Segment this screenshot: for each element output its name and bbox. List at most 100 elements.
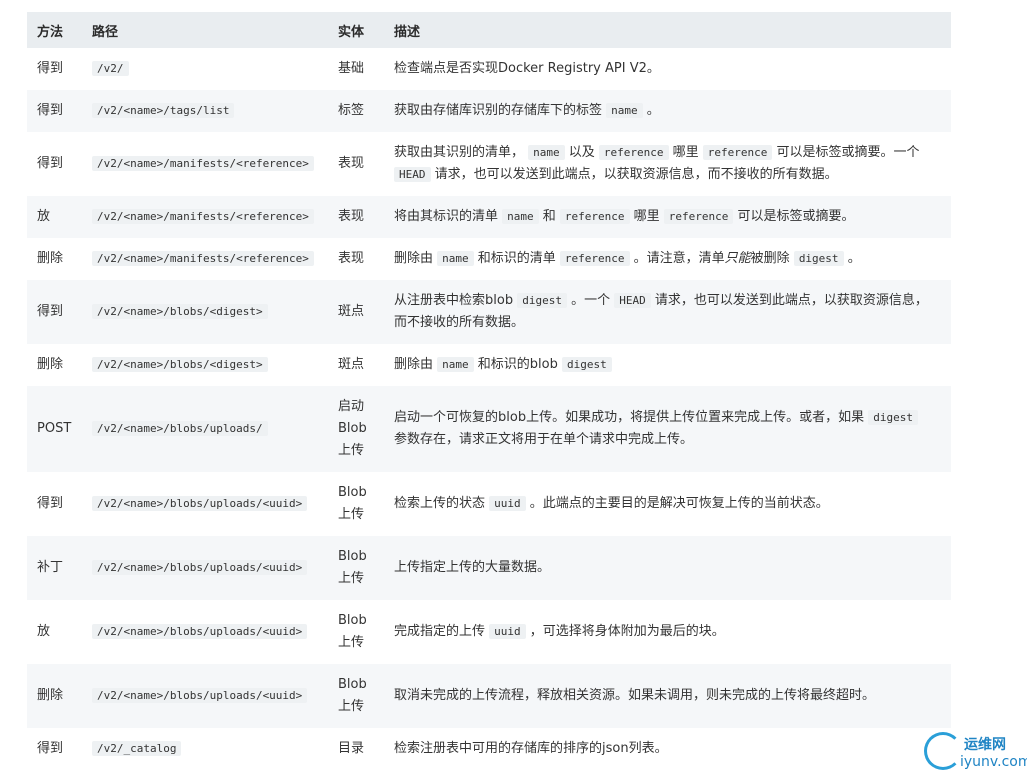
entity-cell: Blob 上传	[328, 664, 384, 728]
path-code: /v2/_catalog	[92, 741, 182, 756]
inline-code: reference	[559, 209, 630, 224]
path-cell: /v2/<name>/blobs/uploads/<uuid>	[82, 472, 328, 536]
method-cell: 得到	[27, 728, 82, 770]
path-cell: /v2/<name>/tags/list	[82, 90, 328, 132]
description-cell: 检索上传的状态 uuid 。此端点的主要目的是解决可恢复上传的当前状态。	[384, 472, 951, 536]
watermark-line1: 运维网	[964, 737, 1006, 753]
inline-code: digest	[868, 410, 918, 425]
path-cell: /v2/	[82, 48, 328, 90]
entity-cell: 基础	[328, 48, 384, 90]
entity-line: Blob	[338, 485, 367, 500]
path-code: /v2/<name>/blobs/uploads/<uuid>	[92, 560, 308, 575]
entity-line: 上传	[338, 635, 365, 650]
description-cell: 启动一个可恢复的blob上传。如果成功，将提供上传位置来完成上传。或者，如果 d…	[384, 386, 951, 472]
method-cell: 删除	[27, 344, 82, 386]
description-text: 启动一个可恢复的blob上传。如果成功，将提供上传位置来完成上传。或者，如果	[394, 410, 869, 425]
path-cell: /v2/<name>/blobs/<digest>	[82, 344, 328, 386]
entity-cell: 目录	[328, 728, 384, 770]
method-cell: 得到	[27, 90, 82, 132]
table-header-row: 方法 路径 实体 描述	[27, 12, 951, 48]
method-cell: 放	[27, 600, 82, 664]
description-text: 。请注意，清单	[629, 251, 725, 266]
entity-cell: Blob 上传	[328, 472, 384, 536]
description-cell: 获取由存储库识别的存储库下的标签 name 。	[384, 90, 951, 132]
entity-line: 表现	[338, 251, 365, 266]
table-row: 得到/v2/_catalog 目录 检索注册表中可用的存储库的排序的json列表。	[27, 728, 951, 770]
entity-line: 表现	[338, 156, 365, 171]
description-text: 参数存在，请求正文将用于在单个请求中完成上传。	[394, 432, 694, 447]
path-cell: /v2/<name>/blobs/uploads/<uuid>	[82, 536, 328, 600]
inline-code: reference	[598, 145, 669, 160]
header-method: 方法	[27, 12, 82, 48]
inline-code: HEAD	[614, 293, 651, 308]
description-text: 和标识的清单	[473, 251, 560, 266]
entity-line: 标签	[338, 103, 365, 118]
path-code: /v2/<name>/manifests/<reference>	[92, 156, 314, 171]
description-text: 删除由	[394, 251, 438, 266]
method-cell: 得到	[27, 132, 82, 196]
description-text: 。此端点的主要目的是解决可恢复上传的当前状态。	[525, 496, 829, 511]
entity-line: 基础	[338, 61, 365, 76]
description-text: 和标识的blob	[473, 357, 562, 372]
path-cell: /v2/<name>/manifests/<reference>	[82, 238, 328, 280]
inline-code: digest	[561, 357, 612, 372]
description-text: 获取由存储库识别的存储库下的标签	[394, 103, 607, 118]
description-text: 获取由其识别的清单，	[394, 145, 529, 160]
path-cell: /v2/<name>/blobs/<digest>	[82, 280, 328, 344]
path-code: /v2/<name>/tags/list	[92, 103, 235, 118]
path-code: /v2/<name>/blobs/uploads/<uuid>	[92, 496, 308, 511]
inline-code: name	[528, 145, 565, 160]
path-cell: /v2/<name>/blobs/uploads/	[82, 386, 328, 472]
entity-line: 斑点	[338, 304, 365, 319]
description-text: 。一个	[566, 293, 615, 308]
header-description: 描述	[384, 12, 951, 48]
inline-code: name	[502, 209, 539, 224]
entity-line: 斑点	[338, 357, 365, 372]
header-path: 路径	[82, 12, 328, 48]
table-row: 得到/v2/基础 检查端点是否实现Docker Registry API V2。	[27, 48, 951, 90]
path-code: /v2/<name>/blobs/uploads/	[92, 421, 268, 436]
entity-cell: Blob 上传	[328, 536, 384, 600]
inline-code: digest	[517, 293, 567, 308]
table-row: 删除/v2/<name>/manifests/<reference> 表现 删除由 …	[27, 238, 951, 280]
entity-line: 表现	[338, 209, 365, 224]
description-text: 以及	[564, 145, 599, 160]
description-cell: 检索注册表中可用的存储库的排序的json列表。	[384, 728, 951, 770]
entity-cell: 标签	[328, 90, 384, 132]
table-row: POST/v2/<name>/blobs/uploads/启动 Blob 上传 启动一…	[27, 386, 951, 472]
description-text: 哪里	[629, 209, 664, 224]
description-cell: 完成指定的上传 uuid ，可选择将身体附加为最后的块。	[384, 600, 951, 664]
description-cell: 将由其标识的清单 name 和 reference 哪里 reference 可…	[384, 196, 951, 238]
entity-cell: 表现	[328, 196, 384, 238]
entity-line: Blob	[338, 421, 367, 436]
table-row: 放/v2/<name>/manifests/<reference> 表现 将由其标识…	[27, 196, 951, 238]
description-text: 被删除	[750, 251, 794, 266]
table-row: 得到/v2/<name>/tags/list 标签 获取由存储库识别的存储库下的标签…	[27, 90, 951, 132]
table-row: 补丁/v2/<name>/blobs/uploads/<uuid> Blob 上传 上…	[27, 536, 951, 600]
emphasis-text: 只能	[724, 251, 751, 266]
inline-code: name	[437, 251, 474, 266]
description-text: ，可选择将身体附加为最后的块。	[525, 624, 725, 639]
path-code: /v2/<name>/manifests/<reference>	[92, 251, 314, 266]
path-code: /v2/<name>/blobs/uploads/<uuid>	[92, 688, 308, 703]
method-cell: 删除	[27, 238, 82, 280]
table-row: 删除/v2/<name>/blobs/<digest> 斑点 删除由 name 和标…	[27, 344, 951, 386]
description-text: 检查端点是否实现Docker Registry API V2。	[394, 61, 660, 76]
header-entity: 实体	[328, 12, 384, 48]
description-cell: 删除由 name 和标识的清单 reference 。请注意，清单只能被删除 d…	[384, 238, 951, 280]
inline-code: reference	[702, 145, 773, 160]
description-text: 取消未完成的上传流程，释放相关资源。如果未调用，则未完成的上传将最终超时。	[394, 688, 876, 703]
description-cell: 删除由 name 和标识的blob digest	[384, 344, 951, 386]
site-watermark-logo: 运维网 iyunv.com	[922, 730, 1027, 774]
path-code: /v2/	[92, 61, 129, 76]
entity-line: Blob	[338, 613, 367, 628]
description-cell: 从注册表中检索blob digest 。一个 HEAD 请求，也可以发送到此端点…	[384, 280, 951, 344]
path-cell: /v2/<name>/blobs/uploads/<uuid>	[82, 664, 328, 728]
table-row: 删除/v2/<name>/blobs/uploads/<uuid> Blob 上传 取…	[27, 664, 951, 728]
entity-line: 上传	[338, 507, 365, 522]
description-text: 请求，也可以发送到此端点，以获取资源信息，而不接收的所有数据。	[430, 167, 838, 182]
entity-cell: 斑点	[328, 280, 384, 344]
path-code: /v2/<name>/blobs/<digest>	[92, 357, 268, 372]
entity-cell: 表现	[328, 238, 384, 280]
description-cell: 取消未完成的上传流程，释放相关资源。如果未调用，则未完成的上传将最终超时。	[384, 664, 951, 728]
